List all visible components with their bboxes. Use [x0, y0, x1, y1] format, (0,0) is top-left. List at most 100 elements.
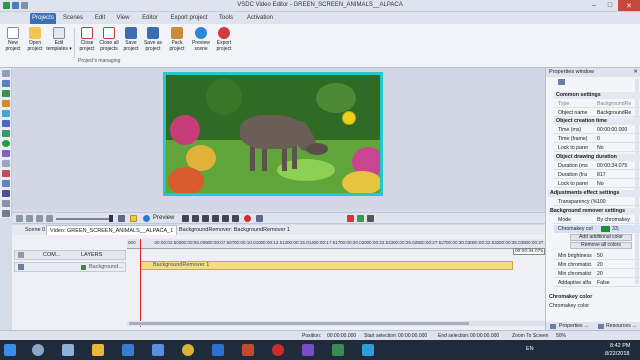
marker-icon[interactable] — [347, 215, 354, 222]
prop-lock-parent-2[interactable]: Lock to parer No — [554, 180, 640, 188]
edit-templates-button[interactable]: Edit templates ▾ — [46, 27, 72, 52]
zoom-in-icon[interactable] — [26, 215, 33, 222]
app-icon[interactable] — [302, 344, 314, 356]
prop-time-frame[interactable]: Time (frame) 0 — [554, 135, 640, 143]
record-icon[interactable] — [244, 215, 251, 222]
open-project-button[interactable]: Open project — [24, 27, 46, 52]
scale-icon[interactable] — [46, 215, 53, 222]
language-indicator[interactable]: EN — [526, 346, 534, 352]
pack-project-button[interactable]: Pack project — [166, 27, 188, 52]
remove-all-colors-button[interactable]: Remove all colors — [570, 242, 632, 249]
search-icon[interactable] — [32, 344, 44, 356]
mask-tool-icon[interactable] — [2, 190, 10, 197]
tab-scene-0[interactable]: Scene 0 — [22, 225, 48, 235]
edge-icon[interactable] — [152, 344, 164, 356]
tab-scenes[interactable]: Scenes — [60, 13, 86, 24]
timeline-track[interactable]: Background... — [14, 262, 126, 272]
tab-properties[interactable]: Properties ... — [559, 322, 588, 330]
windows-start-icon[interactable] — [4, 344, 16, 356]
close-panel-icon[interactable]: ✕ — [633, 68, 638, 77]
tab-activation[interactable]: Activation — [243, 13, 277, 24]
tab-view[interactable]: View — [113, 13, 133, 24]
prop-time-ms[interactable]: Time (ms) 00:00:00.000 — [554, 126, 640, 134]
maximize-button[interactable]: □ — [602, 0, 618, 11]
save-project-button[interactable]: Save project — [120, 27, 142, 52]
task-view-icon[interactable] — [62, 344, 74, 356]
section-drawing-duration[interactable]: Object drawing duration — [554, 154, 640, 161]
arrow-app-icon[interactable] — [362, 344, 374, 356]
properties-view-icon[interactable] — [558, 79, 565, 85]
clock-date[interactable]: 8/22/2018 — [605, 351, 629, 357]
section-background-remover[interactable]: Background remover settings — [548, 208, 640, 215]
play-icon[interactable] — [143, 215, 150, 222]
tab-tools[interactable]: Tools — [215, 13, 237, 24]
video-tool-icon[interactable] — [2, 90, 10, 97]
new-project-button[interactable]: New project — [2, 27, 24, 52]
tab-export-project[interactable]: Export project — [167, 13, 211, 24]
circle-tool-icon[interactable] — [2, 140, 10, 147]
tab-background-remover[interactable]: BackgroundRemover: BackgroundRemover 1 — [176, 225, 293, 235]
loop-icon[interactable] — [256, 215, 263, 222]
skip-end-icon[interactable] — [232, 215, 239, 222]
prop-chromakey-color[interactable]: Chromakey col 33; — [554, 225, 640, 233]
zoom-slider[interactable] — [56, 218, 112, 220]
split-icon[interactable] — [118, 215, 125, 222]
clock-time[interactable]: 8:42 PM — [610, 343, 630, 349]
chrome-icon[interactable] — [182, 344, 194, 356]
tab-projects[interactable]: Projects — [30, 13, 56, 24]
scrollbar-thumb[interactable] — [129, 322, 469, 325]
background-remover-clip[interactable]: BackgroundRemover 1 — [140, 261, 513, 270]
close-project-button[interactable]: Close project — [76, 27, 98, 52]
store-icon[interactable] — [122, 344, 134, 356]
preview-label[interactable]: Preview — [153, 215, 174, 221]
visibility-icon[interactable] — [18, 252, 24, 258]
prop-duration-ms[interactable]: Duration (ms 00:00:34.075 — [554, 162, 640, 170]
skip-start-icon[interactable] — [182, 215, 189, 222]
close-all-projects-button[interactable]: Close all projects — [98, 27, 120, 52]
eye-icon[interactable] — [18, 264, 24, 270]
zoom-out-icon[interactable] — [16, 215, 23, 222]
timeline-scrollbar[interactable] — [127, 321, 545, 326]
chart-tool-icon[interactable] — [2, 130, 10, 137]
prop-lock-parent[interactable]: Lock to parer No — [554, 144, 640, 152]
word-icon[interactable] — [212, 344, 224, 356]
section-common[interactable]: Common settings — [554, 92, 640, 99]
image-tool-icon[interactable] — [2, 100, 10, 107]
prop-min-chromaticity-2[interactable]: Min chromatici 20 — [554, 270, 640, 278]
grid-tool-icon[interactable] — [2, 210, 10, 217]
add-additional-color-button[interactable]: Add additional color — [570, 234, 632, 241]
fit-icon[interactable] — [36, 215, 43, 222]
effect-tool-icon[interactable] — [2, 170, 10, 177]
sprite-tool-icon[interactable] — [2, 150, 10, 157]
opera-icon[interactable] — [272, 344, 284, 356]
preview-scene-button[interactable]: Preview scene — [190, 27, 212, 52]
prop-min-brightness[interactable]: Min brightness 50 — [554, 252, 640, 260]
file-explorer-icon[interactable] — [92, 344, 104, 356]
snap-icon[interactable] — [357, 215, 364, 222]
step-back-icon[interactable] — [192, 215, 199, 222]
video-preview-frame[interactable] — [163, 72, 383, 196]
time-ruler[interactable]: 000 00:00:02.502 00:00:05.005 00:00:07.507 0… — [127, 239, 547, 249]
powerpoint-icon[interactable] — [242, 344, 254, 356]
shape-tool-icon[interactable] — [2, 120, 10, 127]
playhead-cursor[interactable] — [140, 239, 141, 327]
menu-icon[interactable] — [367, 215, 374, 222]
minimize-button[interactable]: – — [586, 0, 602, 11]
vsdc-taskbar-icon[interactable] — [332, 344, 344, 356]
prop-mode[interactable]: Mode By chromakey — [554, 216, 640, 224]
section-creation-time[interactable]: Object creation time — [554, 118, 640, 125]
close-window-button[interactable]: ✕ — [618, 0, 640, 11]
animation-tool-icon[interactable] — [2, 180, 10, 187]
export-project-button[interactable]: Export project — [213, 27, 235, 52]
prop-min-chromaticity-1[interactable]: Min chromatici 20 — [554, 261, 640, 269]
tab-edit[interactable]: Edit — [90, 13, 110, 24]
text-tool-icon[interactable] — [2, 80, 10, 87]
prop-transparency[interactable]: Transparency (% 100 — [554, 198, 640, 206]
save-as-project-button[interactable]: Save as project — [142, 27, 164, 52]
tab-resources[interactable]: Resources ... — [606, 322, 637, 330]
pause-icon[interactable] — [202, 215, 209, 222]
subtitle-tool-icon[interactable] — [2, 160, 10, 167]
audio-tool-icon[interactable] — [2, 110, 10, 117]
prop-duration-frames[interactable]: Duration (fra 817 — [554, 171, 640, 179]
prop-object-name[interactable]: Object name BackgroundRe — [554, 109, 640, 117]
